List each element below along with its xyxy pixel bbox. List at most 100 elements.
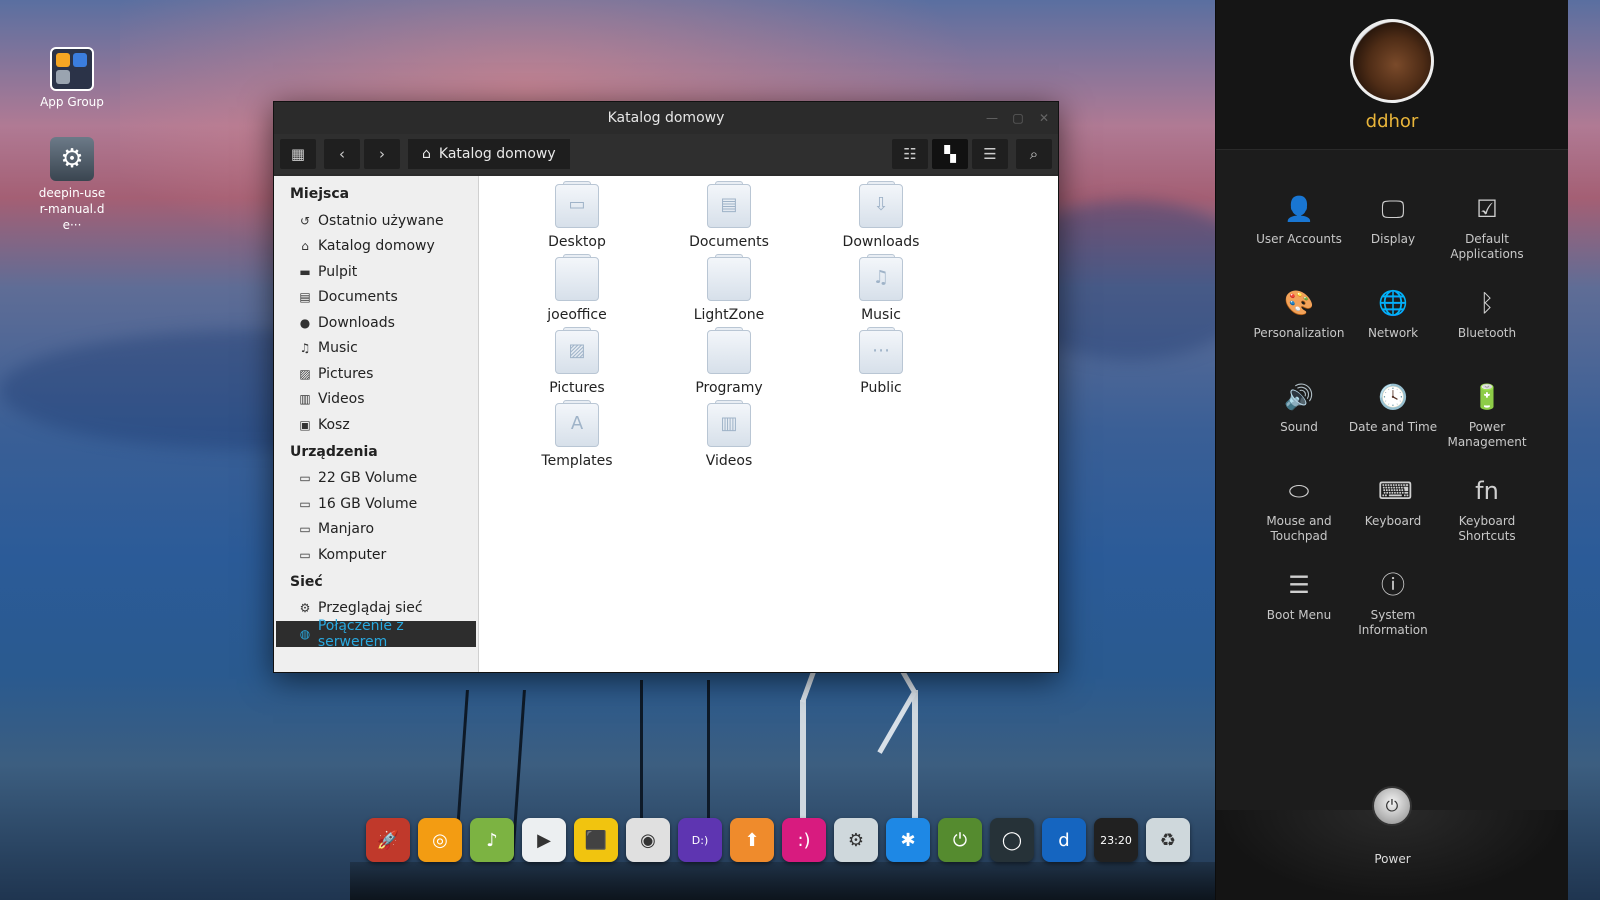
wallpaper-blade xyxy=(877,690,917,754)
setting-mouse-and-touchpad[interactable]: ⬭ Mouse and Touchpad xyxy=(1252,472,1346,558)
setting-sound[interactable]: 🔊 Sound xyxy=(1252,378,1346,464)
minimize-icon[interactable]: — xyxy=(984,102,1000,134)
sidebar-item[interactable]: ▭ Komputer xyxy=(274,542,478,568)
display-icon: 🖵 xyxy=(1381,195,1405,223)
sidebar-section-header: Urządzenia xyxy=(290,443,378,460)
setting-date-and-time[interactable]: 🕓 Date and Time xyxy=(1346,378,1440,464)
sidebar-toggle-icon[interactable]: ▦ xyxy=(280,139,316,169)
file-view[interactable]: ▭ Desktop ▤ Documents ⇩ Downloads joeoff… xyxy=(479,176,1058,672)
webcam-icon[interactable]: ◯ xyxy=(990,818,1034,862)
download-icon: ● xyxy=(299,315,311,330)
folder-icon: ▭ xyxy=(555,181,599,228)
breadcrumb[interactable]: ⌂ Katalog domowy xyxy=(408,139,570,169)
app-group-icon xyxy=(50,47,94,91)
file-item[interactable]: joeoffice xyxy=(501,254,653,323)
file-item[interactable]: ⇩ Downloads xyxy=(805,181,957,250)
file-item[interactable]: ⋯ Public xyxy=(805,327,957,396)
setting-system-information[interactable]: ⓘ System Information xyxy=(1346,566,1440,652)
maximize-icon[interactable]: ▢ xyxy=(1010,102,1026,134)
sidebar-item-label: Music xyxy=(318,340,358,357)
setting-network[interactable]: 🌐 Network xyxy=(1346,284,1440,370)
document-icon: ▤ xyxy=(299,290,311,305)
setting-personalization[interactable]: 🎨 Personalization xyxy=(1252,284,1346,370)
sidebar-item[interactable]: ▭ 16 GB Volume xyxy=(274,491,478,517)
file-grid: ▭ Desktop ▤ Documents ⇩ Downloads joeoff… xyxy=(501,181,957,469)
folder-icon: ♫ xyxy=(859,254,903,301)
compact-view-icon[interactable]: ☰ xyxy=(972,139,1008,169)
setting-label: Personalization xyxy=(1253,326,1345,340)
sidebar-item[interactable]: ◍ Połączenie z serwerem xyxy=(276,618,476,650)
messenger-icon[interactable]: :) xyxy=(782,818,826,862)
sidebar-item[interactable]: ▬ Pulpit xyxy=(274,259,478,285)
file-item[interactable]: A Templates xyxy=(501,400,653,469)
chrome-icon[interactable]: ◉ xyxy=(626,818,670,862)
setting-label: User Accounts xyxy=(1256,232,1342,246)
mouse-icon: ⬭ xyxy=(1288,477,1310,505)
picture-icon: ▨ xyxy=(299,366,311,381)
drive-icon: ▭ xyxy=(299,522,311,537)
sidebar-item[interactable]: ▭ Manjaro xyxy=(274,517,478,543)
trash-icon[interactable]: ♻ xyxy=(1146,818,1190,862)
music-player-icon[interactable]: ♪ xyxy=(470,818,514,862)
network-config-icon[interactable]: ✱ xyxy=(886,818,930,862)
setting-keyboard[interactable]: ⌨ Keyboard xyxy=(1346,472,1440,558)
window-titlebar[interactable]: Katalog domowy — ▢ ✕ xyxy=(274,102,1058,134)
window-title: Katalog domowy xyxy=(607,110,725,126)
sidebar-item[interactable]: ▥ Videos xyxy=(274,387,478,413)
deepin-d-icon[interactable]: d xyxy=(1042,818,1086,862)
deepin-talk-icon[interactable]: D:) xyxy=(678,818,722,862)
file-item[interactable]: LightZone xyxy=(653,254,805,323)
close-icon[interactable]: ✕ xyxy=(1036,102,1052,134)
setting-boot-menu[interactable]: ☰ Boot Menu xyxy=(1252,566,1346,652)
file-item[interactable]: ▭ Desktop xyxy=(501,181,653,250)
computer-icon: ▭ xyxy=(299,547,311,562)
search-icon[interactable]: ⌕ xyxy=(1016,139,1052,169)
sidebar-item[interactable]: ▤ Documents xyxy=(274,285,478,311)
list-view-icon[interactable]: ☷ xyxy=(892,139,928,169)
setting-user-accounts[interactable]: 👤 User Accounts xyxy=(1252,190,1346,276)
setting-keyboard-shortcuts[interactable]: fn Keyboard Shortcuts xyxy=(1440,472,1534,558)
desktop-icon: ▬ xyxy=(299,264,311,279)
desktop-icon-user-manual[interactable]: ⚙ deepin-user-manual.de··· xyxy=(27,137,117,233)
forward-button[interactable]: › xyxy=(364,139,400,169)
folder-icon: ⋯ xyxy=(859,327,903,374)
sidebar-item[interactable]: ● Downloads xyxy=(274,310,478,336)
power-button[interactable]: ⏻ xyxy=(1372,786,1412,826)
file-item[interactable]: ▤ Documents xyxy=(653,181,805,250)
file-item[interactable]: ▥ Videos xyxy=(653,400,805,469)
control-center-panel: ddhor 👤 User Accounts 🖵 Display ☑ Default … xyxy=(1215,0,1568,900)
sidebar-item[interactable]: ⌂ Katalog domowy xyxy=(274,234,478,260)
setting-display[interactable]: 🖵 Display xyxy=(1346,190,1440,276)
desktop-icon-label: deepin-user-manual.de··· xyxy=(38,186,106,232)
sidebar-item-label: Documents xyxy=(318,289,398,306)
file-item[interactable]: Programy xyxy=(653,327,805,396)
launcher-rocket-icon[interactable]: 🚀 xyxy=(366,818,410,862)
user-icon: 👤 xyxy=(1284,195,1314,223)
back-button[interactable]: ‹ xyxy=(324,139,360,169)
default-apps-icon: ☑ xyxy=(1476,195,1498,223)
clock-widget-icon[interactable]: 23:20 xyxy=(1094,818,1138,862)
video-player-icon[interactable]: ▶ xyxy=(522,818,566,862)
software-center-icon[interactable]: ⬆ xyxy=(730,818,774,862)
power-leaf-icon[interactable]: ⏻ xyxy=(938,818,982,862)
browser-spiral-icon[interactable]: ◎ xyxy=(418,818,462,862)
palette-icon: 🎨 xyxy=(1284,289,1314,317)
avatar[interactable] xyxy=(1350,19,1434,103)
file-item[interactable]: ▨ Pictures xyxy=(501,327,653,396)
sidebar-item[interactable]: ♫ Music xyxy=(274,336,478,362)
sidebar-item[interactable]: ▨ Pictures xyxy=(274,361,478,387)
keyboard-icon: ⌨ xyxy=(1378,477,1413,505)
setting-power-management[interactable]: 🔋 Power Management xyxy=(1440,378,1534,464)
battery-icon: 🔋 xyxy=(1472,383,1502,411)
breadcrumb-label: Katalog domowy xyxy=(438,146,556,162)
sidebar-item[interactable]: ▣ Kosz xyxy=(274,412,478,438)
icon-view-icon[interactable]: ▚ xyxy=(932,139,968,169)
file-item[interactable]: ♫ Music xyxy=(805,254,957,323)
sidebar-item[interactable]: ↺ Ostatnio używane xyxy=(274,208,478,234)
sidebar-item[interactable]: ▭ 22 GB Volume xyxy=(274,466,478,492)
desktop-icon-app-group[interactable]: App Group xyxy=(27,47,117,109)
package-installer-icon[interactable]: ⬛ xyxy=(574,818,618,862)
settings-icon[interactable]: ⚙ xyxy=(834,818,878,862)
setting-bluetooth[interactable]: ᛒ Bluetooth xyxy=(1440,284,1534,370)
setting-default-applications[interactable]: ☑ Default Applications xyxy=(1440,190,1534,276)
